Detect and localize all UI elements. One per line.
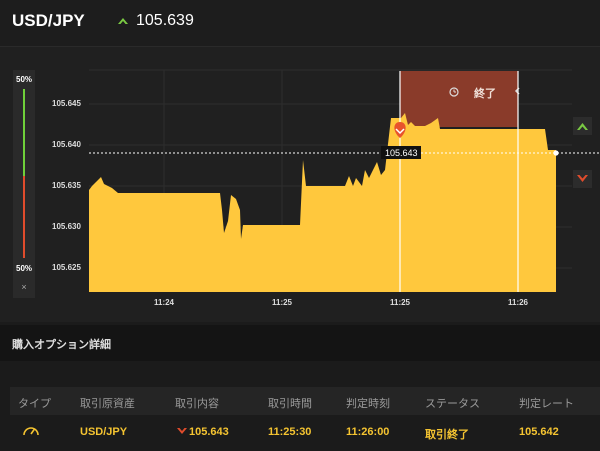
- row-asset: USD/JPY: [80, 426, 128, 438]
- col-content: 取引内容: [175, 398, 219, 410]
- low-button[interactable]: [573, 170, 592, 188]
- col-status: ステータス: [425, 398, 480, 410]
- table-header: タイプ 取引原資産 取引内容 取引時間 判定時刻 ステータス 判定レート: [10, 387, 600, 415]
- y-tick-label: 105.625: [52, 263, 81, 272]
- col-asset: 取引原資産: [80, 398, 135, 410]
- table-row[interactable]: USD/JPY 105.643 11:25:30 11:26:00 取引終了 1…: [10, 417, 600, 445]
- y-tick-label: 105.635: [52, 181, 81, 190]
- down-chevron-icon: [177, 428, 187, 434]
- row-judge-time: 11:26:00: [346, 426, 390, 438]
- y-tick-label: 105.645: [52, 99, 81, 108]
- price-chart[interactable]: 終了 105.643 105.645 105.640 105.635 105.6…: [0, 0, 600, 325]
- purchase-details-header: 購入オプション詳細: [0, 325, 600, 361]
- col-type: タイプ: [18, 398, 51, 410]
- row-status: 取引終了: [425, 429, 469, 441]
- purchase-table: タイプ 取引原資産 取引内容 取引時間 判定時刻 ステータス 判定レート USD…: [0, 361, 600, 451]
- gauge-icon: [23, 427, 39, 436]
- high-button[interactable]: [573, 117, 592, 135]
- row-content: 105.643: [189, 426, 229, 438]
- x-tick-label: 11:25: [390, 298, 411, 307]
- current-price-dot: [553, 150, 559, 156]
- end-banner-label: 終了: [474, 86, 496, 100]
- purchase-details-title: 購入オプション詳細: [12, 339, 111, 351]
- col-judge-rate: 判定レート: [519, 398, 574, 410]
- y-tick-label: 105.640: [52, 140, 81, 149]
- current-price-tag-label: 105.643: [385, 148, 418, 158]
- x-tick-label: 11:25: [272, 298, 293, 307]
- x-tick-label: 11:24: [154, 298, 175, 307]
- end-banner: [400, 71, 518, 127]
- y-tick-label: 105.630: [52, 222, 81, 231]
- col-judge-time: 判定時刻: [346, 398, 390, 410]
- col-trade-time: 取引時間: [268, 398, 312, 410]
- row-trade-time: 11:25:30: [268, 426, 312, 438]
- x-tick-label: 11:26: [508, 298, 529, 307]
- row-judge-rate: 105.642: [519, 426, 559, 438]
